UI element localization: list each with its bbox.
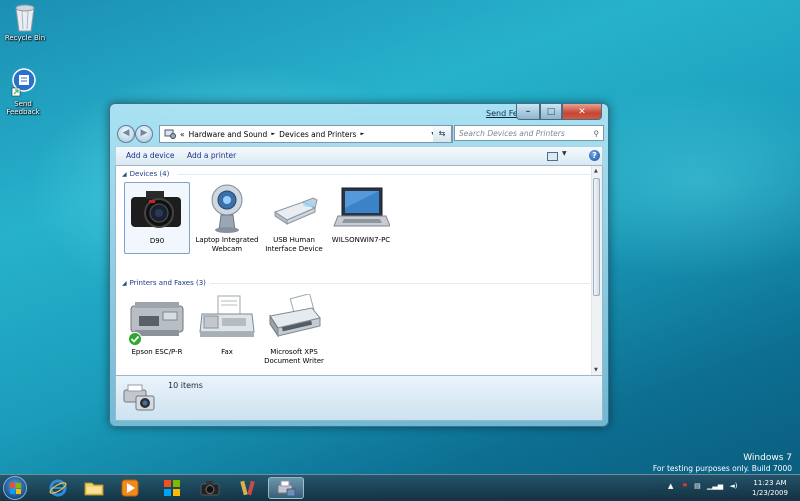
internet-explorer-icon xyxy=(49,479,67,497)
vertical-scrollbar[interactable]: ▲ ▼ xyxy=(591,166,602,375)
taskbar-windows-update[interactable] xyxy=(154,477,190,499)
item-count: 10 items xyxy=(168,381,203,390)
devices-and-printers-icon xyxy=(123,384,155,411)
scroll-up-icon[interactable]: ▲ xyxy=(594,168,598,174)
action-center-flag-icon[interactable]: ⚑ xyxy=(682,482,688,490)
change-view-icon[interactable] xyxy=(547,152,558,161)
devices-printers-icon xyxy=(277,480,296,497)
forward-arrow-icon: ▶ xyxy=(140,128,148,138)
tray-expand-icon[interactable]: ▲ xyxy=(668,482,673,490)
device-label: USB Human Interface Device xyxy=(265,236,323,253)
send-feedback-shortcut[interactable]: Send Feedback xyxy=(0,68,46,116)
taskbar-media-player[interactable] xyxy=(112,477,148,499)
back-arrow-icon: ◀ xyxy=(122,128,130,138)
default-printer-checkmark-icon xyxy=(128,332,142,346)
explorer-icon xyxy=(84,482,104,496)
device-wilsonwin7-pc[interactable]: WILSONWIN7-PC xyxy=(328,182,394,245)
recycle-bin[interactable]: Recycle Bin xyxy=(2,2,48,42)
device-label: Fax xyxy=(221,348,233,356)
close-button[interactable]: ✕ xyxy=(562,104,602,120)
search-input[interactable]: Search Devices and Printers ⚲ xyxy=(454,125,604,141)
search-icon[interactable]: ⚲ xyxy=(594,126,600,142)
collapse-triangle-icon[interactable]: ◢ xyxy=(122,280,127,287)
media-player-icon xyxy=(121,479,139,497)
device-d90[interactable]: D90 xyxy=(124,182,190,254)
tray-app-icon[interactable]: ▤ xyxy=(694,482,701,490)
scroll-thumb[interactable] xyxy=(593,178,600,296)
address-prefix: « xyxy=(180,129,185,139)
windows-update-icon xyxy=(164,480,180,496)
add-device-button[interactable]: Add a device xyxy=(126,151,175,160)
windows-logo-icon xyxy=(10,483,21,494)
fax-icon xyxy=(199,295,255,337)
taskbar-paint[interactable] xyxy=(230,477,266,499)
device-label: D90 xyxy=(149,237,165,245)
taskbar-windows-explorer[interactable] xyxy=(76,477,112,499)
taskbar-clock[interactable]: 11:23 AM 1/23/2009 xyxy=(748,478,792,498)
device-label: Laptop Integrated Webcam xyxy=(195,236,259,253)
recycle-bin-icon xyxy=(15,4,35,32)
start-button[interactable] xyxy=(3,476,27,500)
taskbar-devices-and-printers[interactable] xyxy=(268,477,304,499)
details-pane: 10 items xyxy=(115,375,603,421)
minimize-button[interactable]: – xyxy=(516,104,540,120)
webcam-icon xyxy=(211,184,243,233)
devices-group-label: Devices (4) xyxy=(129,170,170,178)
breadcrumb-separator[interactable]: ► xyxy=(271,131,275,137)
volume-icon[interactable]: ◄) xyxy=(729,482,737,490)
windows-watermark-build: For testing purposes only. Build 7000 xyxy=(652,464,792,473)
camera-icon xyxy=(131,191,181,228)
caption-buttons: – □ ✕ xyxy=(516,104,602,120)
xps-printer-icon xyxy=(269,293,321,338)
device-label: Microsoft XPS Document Writer xyxy=(264,348,324,365)
printer-microsoft-xps-document-writer[interactable]: Microsoft XPS Document Writer xyxy=(261,293,327,366)
printers-group-label: Printers and Faxes (3) xyxy=(129,279,206,287)
taskbar-camera-app[interactable] xyxy=(192,477,228,499)
printer-fax[interactable]: Fax xyxy=(194,294,260,357)
devices-group-header[interactable]: ◢ Devices (4) xyxy=(122,170,169,178)
command-bar: Add a device Add a printer ▼ ? xyxy=(115,146,603,166)
add-printer-button[interactable]: Add a printer xyxy=(187,151,236,160)
breadcrumb-separator[interactable]: ► xyxy=(360,131,364,137)
maximize-button[interactable]: □ xyxy=(540,104,562,120)
device-label: WILSONWIN7-PC xyxy=(331,236,391,244)
clock-date: 1/23/2009 xyxy=(752,489,788,497)
windows-watermark-title: Windows 7 xyxy=(743,453,792,463)
navigation-bar: ◀ ▶ « Hardware and Sound ► Devices and P… xyxy=(115,123,604,145)
taskbar: ▲ ⚑ ▤ ▁▃▅ ◄) 11:23 AM 1/23/2009 xyxy=(0,474,800,501)
refresh-button[interactable]: ⇆ xyxy=(433,125,452,143)
collapse-triangle-icon[interactable]: ◢ xyxy=(122,171,127,178)
search-placeholder: Search Devices and Printers xyxy=(459,129,565,138)
refresh-icon: ⇆ xyxy=(438,129,446,138)
control-panel-icon xyxy=(164,129,176,139)
paint-icon xyxy=(240,480,255,496)
system-tray: ▲ ⚑ ▤ ▁▃▅ ◄) xyxy=(668,482,738,490)
send-feedback-label: Send Feedback xyxy=(6,100,40,116)
device-laptop-integrated-webcam[interactable]: Laptop Integrated Webcam xyxy=(194,182,260,254)
clock-time: 11:23 AM xyxy=(753,479,787,487)
device-label: Epson ESC/P-R xyxy=(131,348,183,356)
device-list: ◢ Devices (4) D90 Laptop Integrated Webc… xyxy=(115,166,603,375)
forward-button[interactable]: ▶ xyxy=(135,125,153,143)
network-icon[interactable]: ▁▃▅ xyxy=(707,482,723,490)
back-button[interactable]: ◀ xyxy=(117,125,135,143)
recycle-bin-label: Recycle Bin xyxy=(4,34,46,42)
send-feedback-icon xyxy=(11,68,36,97)
taskbar-internet-explorer[interactable] xyxy=(40,477,76,499)
usb-device-icon xyxy=(273,197,318,225)
printer-epson-esc-p-r[interactable]: Epson ESC/P-R xyxy=(124,294,190,357)
breadcrumb-hardware-and-sound[interactable]: Hardware and Sound xyxy=(189,130,268,139)
devices-and-printers-window: Send Feedback – □ ✕ ◀ ▶ « Hardware and S… xyxy=(109,103,609,427)
help-icon[interactable]: ? xyxy=(589,150,600,161)
scroll-down-icon[interactable]: ▼ xyxy=(594,367,598,373)
printers-group-header[interactable]: ◢ Printers and Faxes (3) xyxy=(122,279,206,287)
group-divider xyxy=(210,283,590,284)
breadcrumb-devices-and-printers[interactable]: Devices and Printers xyxy=(279,130,356,139)
laptop-icon xyxy=(333,187,391,227)
camera-app-icon xyxy=(200,481,220,496)
address-bar[interactable]: « Hardware and Sound ► Devices and Print… xyxy=(159,125,453,143)
group-divider xyxy=(178,174,590,175)
view-options-dropdown-icon[interactable]: ▼ xyxy=(562,150,567,157)
device-usb-human-interface-device[interactable]: USB Human Interface Device xyxy=(261,182,327,254)
